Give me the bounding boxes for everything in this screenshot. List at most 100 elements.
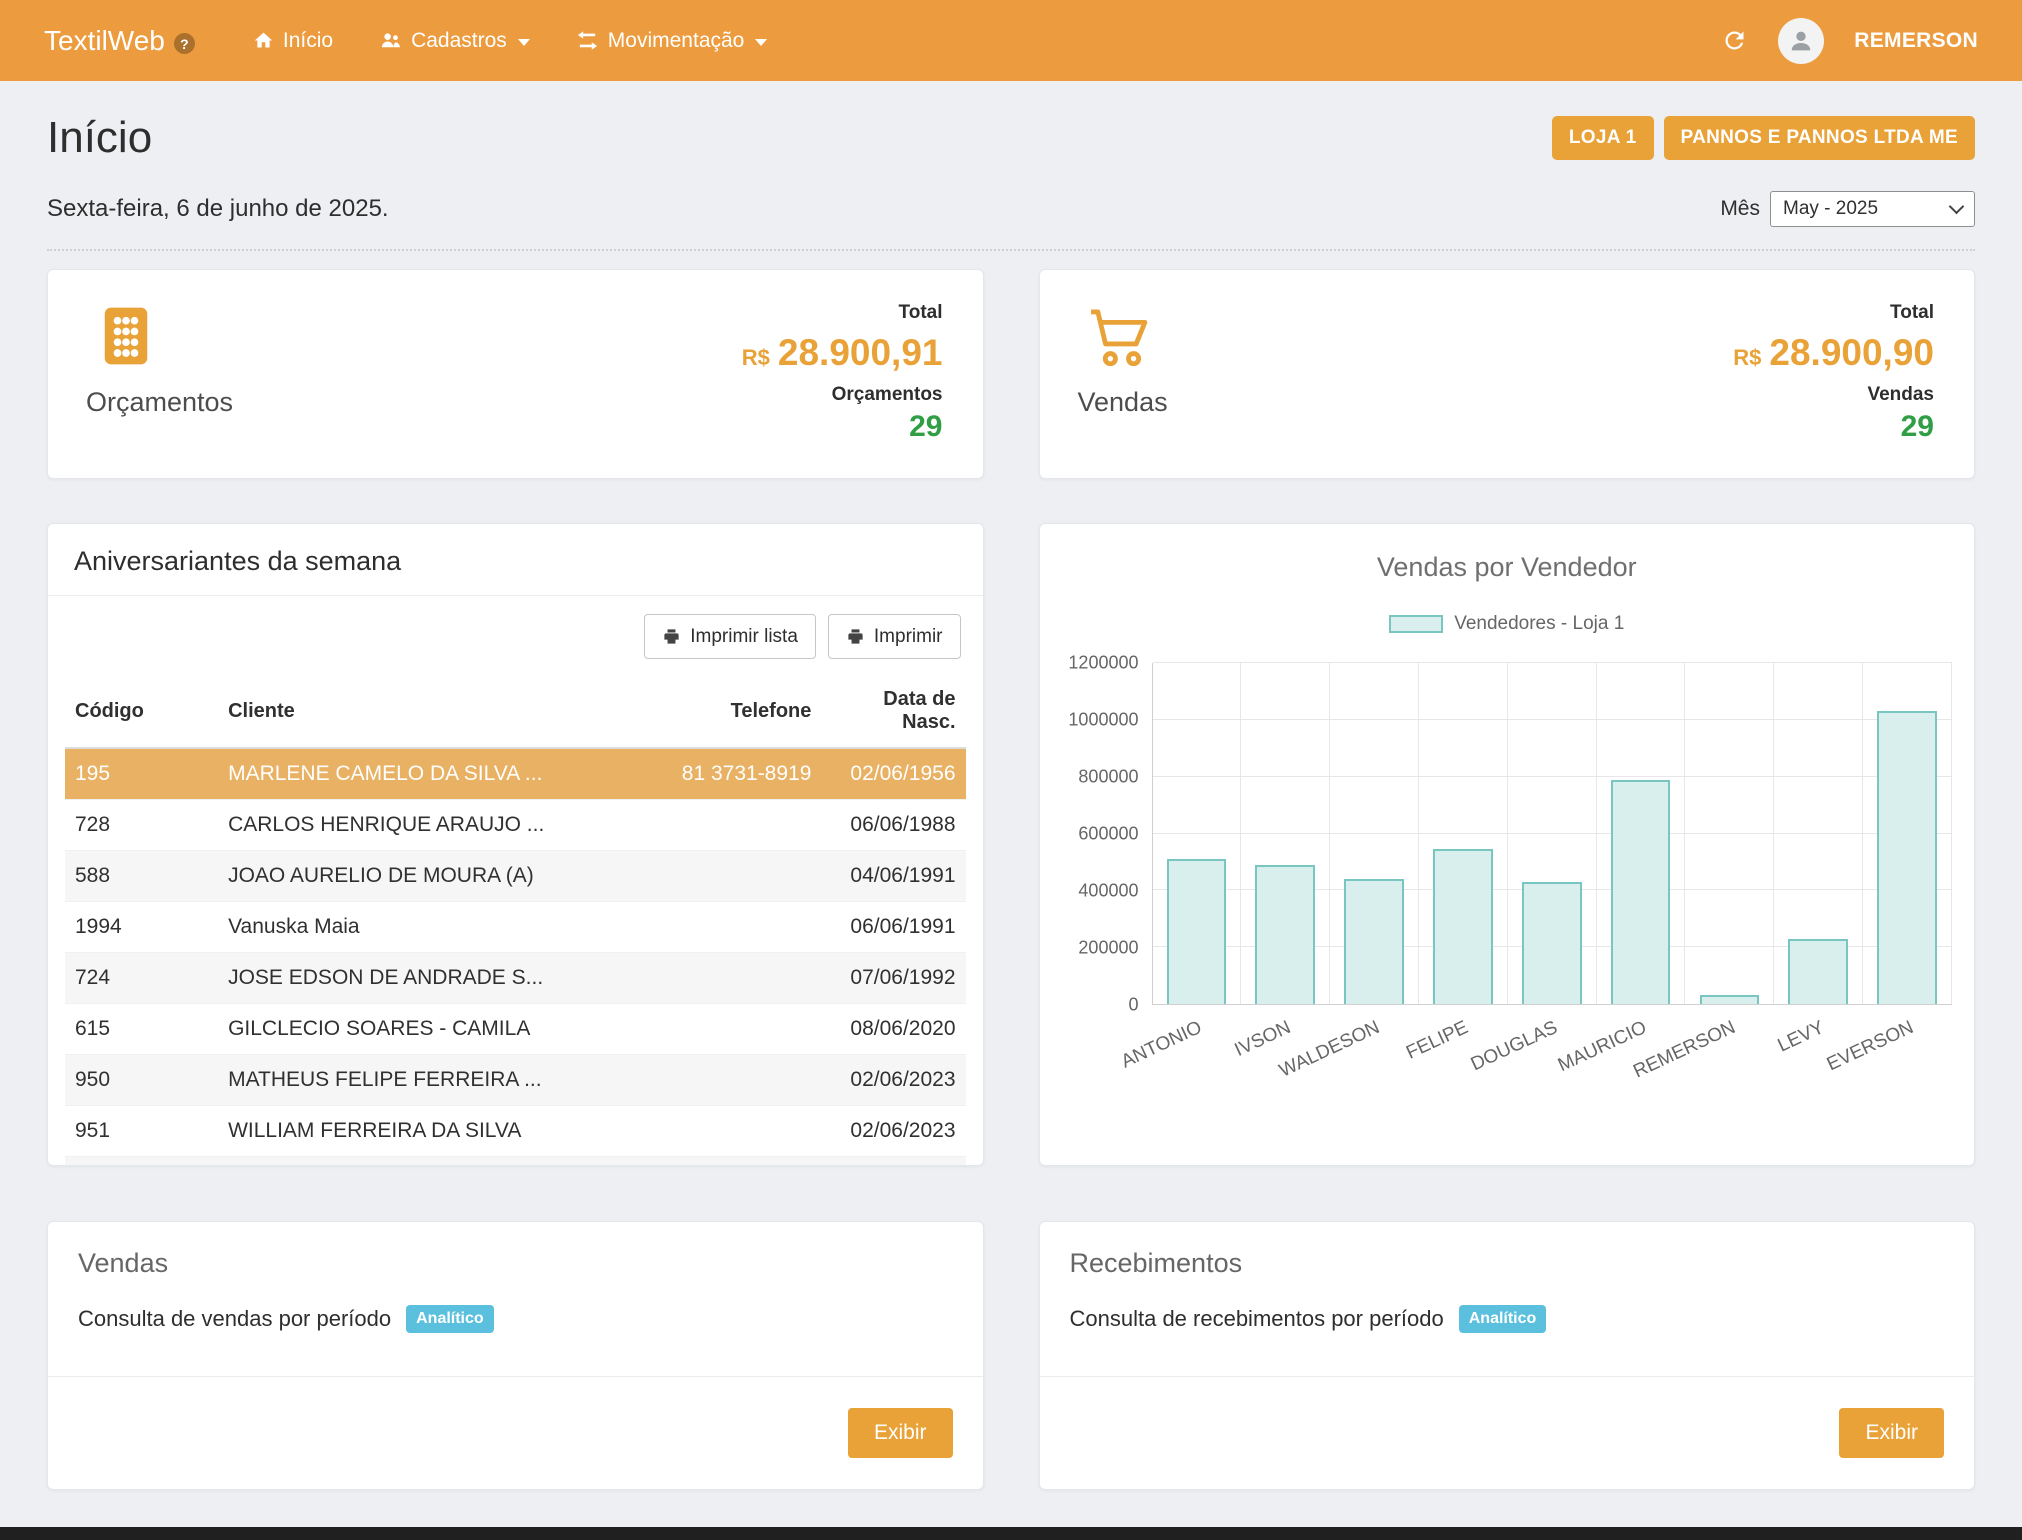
month-value: May - 2025 [1783,198,1878,220]
bar-felipe[interactable] [1433,849,1493,1004]
currency: R$ [742,345,770,370]
plot-area [1152,663,1953,1005]
bar-waldeson[interactable] [1344,879,1404,1004]
table-row[interactable]: 588JOAO AURELIO DE MOURA (A)04/06/1991 [65,851,966,902]
table-row[interactable]: 728CARLOS HENRIQUE ARAUJO ...06/06/1988 [65,800,966,851]
nav-inicio[interactable]: Início [253,29,333,53]
y-tick-label: 800000 [1078,767,1138,788]
bar-cell [1863,663,1952,1004]
nav-label: Início [283,29,333,53]
bar-cell [1597,663,1686,1004]
date-text: Sexta-feira, 6 de junho de 2025. [47,195,389,223]
bar-remerson[interactable] [1700,995,1760,1004]
table-cell: 724 [65,953,218,1004]
store-button[interactable]: LOJA 1 [1552,116,1654,160]
users-icon [379,29,402,52]
card-name: Vendas [1078,387,1168,418]
y-tick-label: 1000000 [1068,710,1138,731]
bar-cell [1774,663,1863,1004]
x-cell: EVERSON [1863,1005,1952,1093]
bar-cell [1685,663,1774,1004]
bar-antonio[interactable] [1167,859,1227,1004]
chart-legend[interactable]: Vendedores - Loja 1 [1040,613,1975,635]
chevron-down-icon [755,39,767,46]
month-select[interactable]: May - 2025 [1770,191,1975,227]
analitico-badge: Analítico [1459,1305,1547,1333]
exibir-vendas-button[interactable]: Exibir [848,1408,953,1458]
x-tick-label: LEVY [1774,1017,1827,1057]
table-cell: 07/06/1992 [821,953,965,1004]
chart-title: Vendas por Vendedor [1040,552,1975,583]
print-button[interactable]: Imprimir [828,614,961,659]
home-icon [253,30,274,51]
calculator-icon [92,302,160,375]
table-cell: WILLIAM FERREIRA DA SILVA [218,1106,614,1157]
table-row[interactable]: 1994Vanuska Maia06/06/1991 [65,902,966,953]
help-icon[interactable]: ? [174,33,195,54]
month-label: Mês [1720,197,1760,221]
separator [47,249,1975,251]
table-row[interactable]: 724JOSE EDSON DE ANDRADE S... 07/06/1992 [65,953,966,1004]
bar-everson[interactable] [1877,711,1937,1004]
table-cell: 728 [65,800,218,851]
y-tick-label: 200000 [1078,938,1138,959]
refresh-icon[interactable] [1721,27,1748,54]
brand-logo[interactable]: TextilWeb ? [44,25,195,57]
table-row[interactable]: 615GILCLECIO SOARES - CAMILA08/06/2020 [65,1004,966,1055]
nav-movimentacao[interactable]: Movimentação [576,29,768,53]
vendas-card: Vendas Total R$28.900,90 Vendas 29 [1039,269,1976,479]
chevron-down-icon [1949,199,1965,215]
table-cell [614,1055,821,1106]
table-cell: 02/06/2023 [821,1106,965,1157]
y-axis: 020000040000060000080000010000001200000 [1048,663,1152,1005]
header-right: REMERSON [1721,18,1978,64]
bar-cell [1419,663,1508,1004]
y-tick-label: 1200000 [1068,653,1138,674]
table-row[interactable]: 587JULIANA LIMA DE ANDRADE98307-690705/0… [65,1157,966,1167]
table-cell [614,953,821,1004]
table-row[interactable]: 950MATHEUS FELIPE FERREIRA ...02/06/2023 [65,1055,966,1106]
app-header: TextilWeb ? Início Cadastros Movimentaçã… [0,0,2022,81]
username[interactable]: REMERSON [1854,29,1978,53]
birthdays-title: Aniversariantes da semana [48,524,983,596]
column-header: Data de Nasc. [821,673,965,748]
transfer-icon [576,29,599,52]
table-cell [614,800,821,851]
card-name: Orçamentos [86,387,233,418]
brand-bold: Textil [44,25,108,57]
table-cell: 06/06/1988 [821,800,965,851]
table-cell: 06/06/1991 [821,902,965,953]
table-cell: 02/06/2023 [821,1055,965,1106]
bar-ivson[interactable] [1255,865,1315,1004]
main-nav: Início Cadastros Movimentação [253,29,767,53]
nav-label: Movimentação [608,29,745,53]
print-list-button[interactable]: Imprimir lista [644,614,816,659]
avatar[interactable] [1778,18,1824,64]
bar-cell [1241,663,1330,1004]
bar-mauricio[interactable] [1611,780,1671,1004]
table-cell: JOSE EDSON DE ANDRADE S... [218,953,614,1004]
bar-cell [1508,663,1597,1004]
birthdays-table: CódigoClienteTelefoneData de Nasc. 195MA… [65,673,966,1166]
bar-levy[interactable] [1788,939,1848,1004]
table-cell: JULIANA LIMA DE ANDRADE [218,1157,614,1167]
total-label: Total [1733,302,1934,324]
legend-label: Vendedores - Loja 1 [1454,613,1624,635]
table-cell: 02/06/1956 [821,748,965,800]
table-row[interactable]: 951WILLIAM FERREIRA DA SILVA02/06/2023 [65,1106,966,1157]
page-title: Início [47,113,152,163]
page-footer [0,1527,2022,1540]
panel-title: Vendas [78,1248,953,1279]
table-cell: 615 [65,1004,218,1055]
exibir-recebimentos-button[interactable]: Exibir [1839,1408,1944,1458]
bar-douglas[interactable] [1522,882,1582,1004]
table-cell: 04/06/1991 [821,851,965,902]
company-button[interactable]: PANNOS E PANNOS LTDA ME [1664,116,1975,160]
nav-cadastros[interactable]: Cadastros [379,29,530,53]
printer-icon [662,627,681,646]
bar-chart: 020000040000060000080000010000001200000 … [1048,663,1953,1093]
table-cell: 587 [65,1157,218,1167]
table-row[interactable]: 195MARLENE CAMELO DA SILVA ...81 3731-89… [65,748,966,800]
x-cell: ANTONIO [1152,1005,1241,1093]
count-value: 29 [1733,410,1934,444]
